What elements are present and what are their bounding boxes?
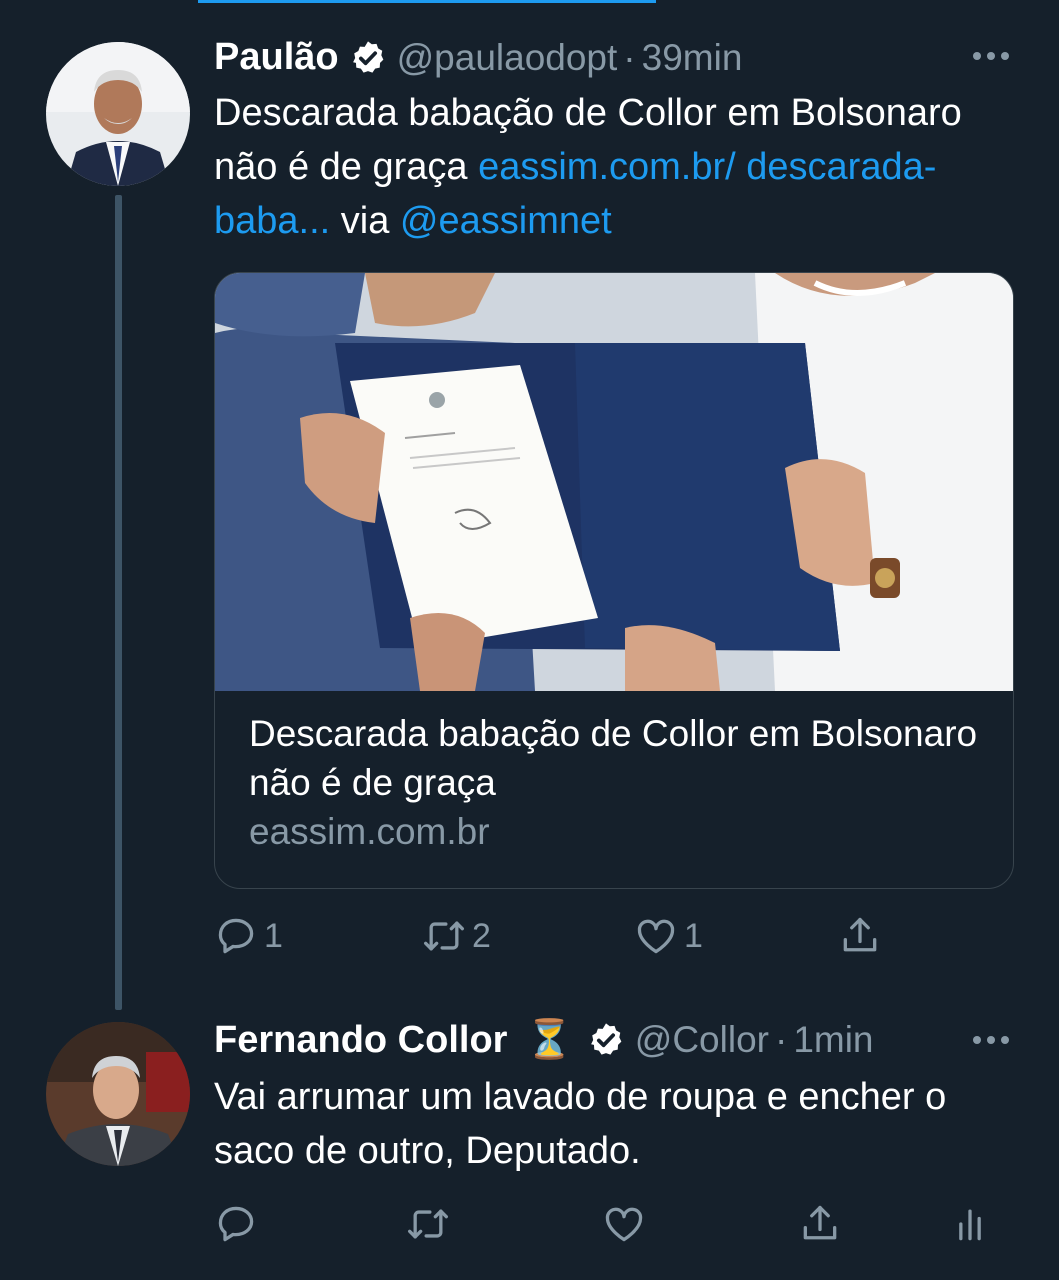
tweet-text: Vai arrumar um lavado de roupa e encher … <box>214 1076 947 1172</box>
separator-dot: · <box>623 36 636 78</box>
tweet-header: Paulão @paulaodopt · 39min <box>214 36 742 79</box>
retweet-count: 2 <box>472 916 491 955</box>
retweet-icon <box>422 914 466 958</box>
mention-link[interactable]: @eassimnet <box>400 200 612 242</box>
author-name[interactable]: Paulão <box>214 36 339 79</box>
retweet-button[interactable]: 2 <box>422 914 634 958</box>
heart-icon <box>634 914 678 958</box>
retweet-button[interactable] <box>406 1202 602 1246</box>
tweet-timestamp[interactable]: 39min <box>642 37 743 79</box>
link-preview-card[interactable]: Descarada babação de Collor em Bolsonaro… <box>214 272 1014 889</box>
reply-button[interactable] <box>214 1202 406 1246</box>
author-name[interactable]: Fernando Collor <box>214 1019 507 1062</box>
analytics-icon <box>948 1202 992 1246</box>
reply-icon <box>214 914 258 958</box>
reply-button[interactable]: 1 <box>214 914 422 958</box>
tweet-header: Fernando Collor ⏳ @Collor · 1min <box>214 1018 874 1062</box>
more-options-icon[interactable] <box>973 1036 1009 1044</box>
thread-connector-line <box>115 195 122 1010</box>
card-image <box>215 273 1013 691</box>
hourglass-emoji: ⏳ <box>525 1019 573 1061</box>
tweet-text-via: via <box>330 200 400 242</box>
share-button[interactable] <box>838 914 882 958</box>
card-title: Descarada babação de Collor em Bolsonaro… <box>249 713 978 803</box>
heart-icon <box>602 1202 646 1246</box>
analytics-button[interactable] <box>948 1202 992 1246</box>
verified-badge-icon <box>349 39 387 77</box>
like-button[interactable]: 1 <box>634 914 838 958</box>
share-icon <box>838 914 882 958</box>
verified-badge-icon <box>587 1021 625 1059</box>
loading-progress-bar <box>198 0 656 3</box>
separator-dot: · <box>774 1019 788 1060</box>
retweet-icon <box>406 1202 450 1246</box>
like-count: 1 <box>684 916 703 955</box>
tweet-actions: 1 2 1 <box>214 914 882 958</box>
tweet-actions <box>214 1202 992 1246</box>
tweet-text: Descarada babação de Collor em Bolsonaro… <box>214 86 1019 248</box>
avatar-paulao[interactable] <box>46 42 190 186</box>
share-icon <box>798 1202 842 1246</box>
tweet-timestamp[interactable]: 1min <box>793 1019 873 1061</box>
author-handle[interactable]: @Collor <box>635 1019 769 1061</box>
card-domain: eassim.com.br <box>249 811 490 852</box>
more-options-icon[interactable] <box>973 52 1009 60</box>
reply-count: 1 <box>264 916 283 955</box>
like-button[interactable] <box>602 1202 798 1246</box>
share-button[interactable] <box>798 1202 948 1246</box>
author-handle[interactable]: @paulaodopt <box>397 37 618 79</box>
avatar-collor[interactable] <box>46 1022 190 1166</box>
reply-icon <box>214 1202 258 1246</box>
